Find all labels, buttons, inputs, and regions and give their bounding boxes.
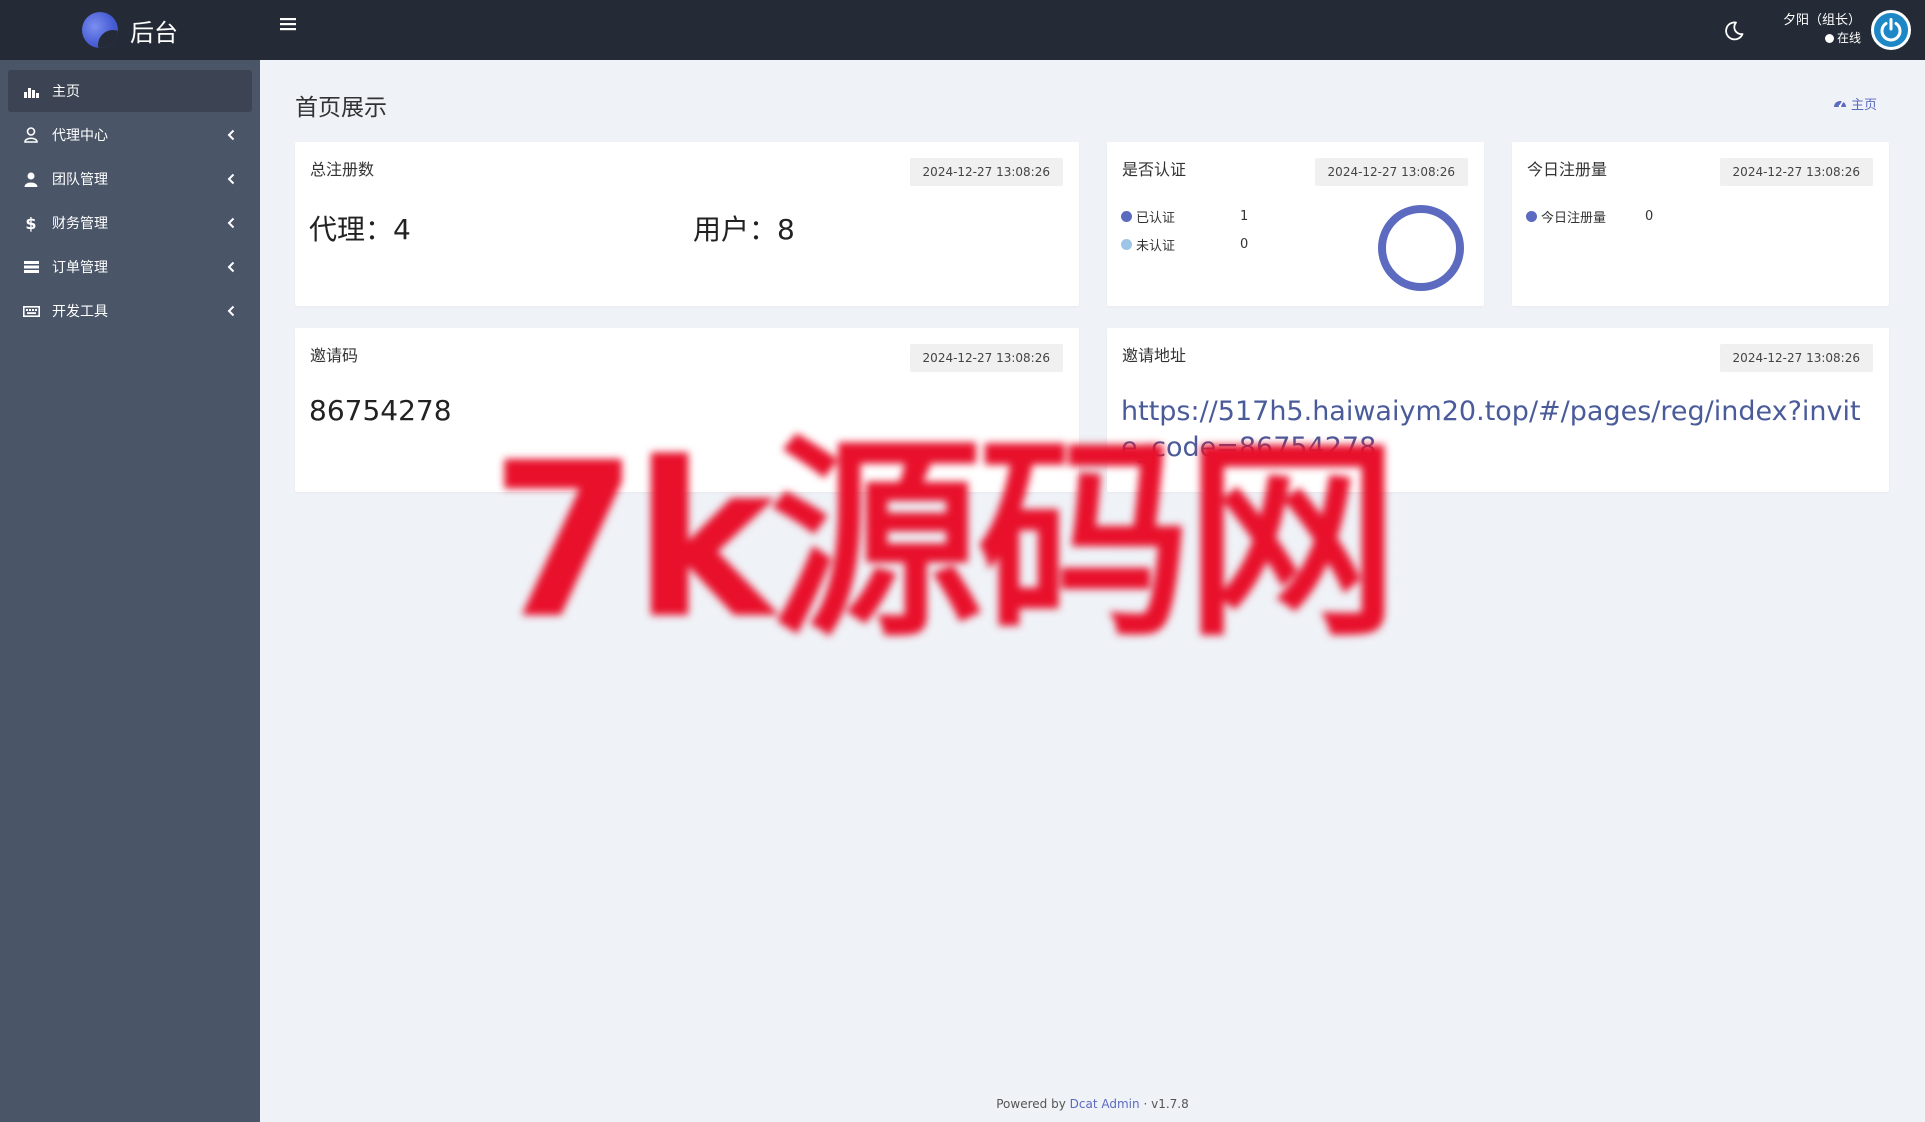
card-timestamp: 2024-12-27 13:08:26 xyxy=(909,158,1063,186)
legend-value: 0 xyxy=(1645,208,1654,224)
sidebar-item-label: 财务管理 xyxy=(52,216,108,232)
page-title: 首页展示 xyxy=(295,95,387,121)
verification-donut-chart xyxy=(1378,205,1464,291)
footer-version: v1.7.8 xyxy=(1151,1097,1189,1111)
hamburger-menu-icon[interactable] xyxy=(280,16,300,36)
sidebar-item-orders[interactable]: 订单管理 xyxy=(8,246,252,288)
card-title: 是否认证 xyxy=(1122,160,1187,179)
bar-chart-icon xyxy=(22,82,40,100)
footer-prefix: Powered by xyxy=(996,1097,1066,1111)
invite-url-link[interactable]: https://517h5.haiwaiym20.top/#/pages/reg… xyxy=(1121,394,1869,466)
today-legend: 今日注册量 0 xyxy=(1526,202,1653,230)
legend-item[interactable]: 今日注册量 0 xyxy=(1526,202,1653,230)
donut-segment-verified xyxy=(1378,205,1464,291)
chevron-left-icon xyxy=(224,261,238,273)
dcat-admin-link[interactable]: Dcat Admin xyxy=(1070,1097,1140,1111)
sidebar: 后台 主页 代理中心 团队管理 $ 财务管理 订单管理 开发工具 xyxy=(0,0,260,1122)
verification-legend: 已认证 1 未认证 0 xyxy=(1121,202,1248,258)
legend-value: 1 xyxy=(1240,208,1249,224)
legend-item[interactable]: 已认证 1 xyxy=(1121,202,1248,230)
sidebar-item-team[interactable]: 团队管理 xyxy=(8,158,252,200)
user-icon xyxy=(22,126,40,144)
sidebar-item-home[interactable]: 主页 xyxy=(8,70,252,112)
moon-icon[interactable] xyxy=(1723,20,1747,44)
avatar[interactable] xyxy=(1871,10,1911,50)
invite-code-card: 邀请码 2024-12-27 13:08:26 86754278 xyxy=(295,328,1079,492)
legend-label: 已认证 xyxy=(1136,210,1176,226)
card-title: 总注册数 xyxy=(310,160,375,179)
card-timestamp: 2024-12-27 13:08:26 xyxy=(1719,158,1873,186)
sidebar-item-label: 订单管理 xyxy=(52,260,108,276)
dashboard-icon xyxy=(1833,96,1847,112)
brand[interactable]: 后台 xyxy=(0,0,260,60)
breadcrumb-home-link[interactable]: 主页 xyxy=(1851,94,1877,113)
sidebar-item-agent-center[interactable]: 代理中心 xyxy=(8,114,252,156)
sidebar-item-dev-tools[interactable]: 开发工具 xyxy=(8,290,252,332)
verification-card: 是否认证 2024-12-27 13:08:26 已认证 1 未认证 0 xyxy=(1107,142,1484,306)
sidebar-item-label: 团队管理 xyxy=(52,172,108,188)
card-timestamp: 2024-12-27 13:08:26 xyxy=(1314,158,1468,186)
user-status-text: 在线 xyxy=(1836,31,1861,45)
invite-url-card: 邀请地址 2024-12-27 13:08:26 https://517h5.h… xyxy=(1107,328,1889,492)
card-title: 邀请地址 xyxy=(1122,346,1187,365)
card-title: 今日注册量 xyxy=(1527,160,1608,179)
chevron-left-icon xyxy=(224,129,238,141)
user-count: 用户：8 xyxy=(693,213,795,246)
today-registrations-card: 今日注册量 2024-12-27 13:08:26 今日注册量 0 xyxy=(1512,142,1889,306)
sidebar-item-label: 开发工具 xyxy=(52,304,108,320)
keyboard-icon xyxy=(22,302,40,320)
sidebar-nav: 主页 代理中心 团队管理 $ 财务管理 订单管理 开发工具 xyxy=(0,60,260,344)
agent-count: 代理：4 xyxy=(309,213,411,246)
legend-dot xyxy=(1121,238,1132,250)
invite-code-value: 86754278 xyxy=(309,394,452,427)
sidebar-item-label: 主页 xyxy=(52,84,80,100)
chevron-left-icon xyxy=(224,173,238,185)
footer-separator: · xyxy=(1143,1097,1148,1111)
legend-label: 未认证 xyxy=(1136,238,1176,254)
legend-item[interactable]: 未认证 0 xyxy=(1121,230,1248,258)
legend-dot xyxy=(1121,210,1132,222)
dollar-icon: $ xyxy=(25,213,37,233)
logo-icon xyxy=(82,12,118,48)
top-navbar: 夕阳（组长） 在线 xyxy=(260,0,1925,60)
sidebar-item-finance[interactable]: $ 财务管理 xyxy=(8,202,252,244)
chevron-left-icon xyxy=(224,305,238,317)
chevron-left-icon xyxy=(224,217,238,229)
user-name: 夕阳（组长） xyxy=(1782,13,1861,28)
sidebar-item-label: 代理中心 xyxy=(52,128,108,144)
user-status: 在线 xyxy=(1783,30,1861,46)
card-title: 邀请码 xyxy=(310,346,359,365)
user-menu[interactable]: 夕阳（组长） 在线 xyxy=(1783,12,1861,46)
team-icon xyxy=(22,170,40,188)
total-registrations-card: 总注册数 2024-12-27 13:08:26 代理：4 用户：8 xyxy=(295,142,1079,306)
brand-title: 后台 xyxy=(130,18,178,47)
breadcrumb[interactable]: 主页 xyxy=(1833,94,1877,113)
legend-label: 今日注册量 xyxy=(1541,210,1607,226)
card-timestamp: 2024-12-27 13:08:26 xyxy=(909,344,1063,372)
legend-value: 0 xyxy=(1240,236,1249,252)
legend-dot xyxy=(1526,210,1537,222)
card-timestamp: 2024-12-27 13:08:26 xyxy=(1719,344,1873,372)
footer: Powered by Dcat Admin · v1.7.8 xyxy=(260,1097,1925,1111)
list-icon xyxy=(22,258,40,276)
online-dot-icon xyxy=(1824,33,1834,43)
